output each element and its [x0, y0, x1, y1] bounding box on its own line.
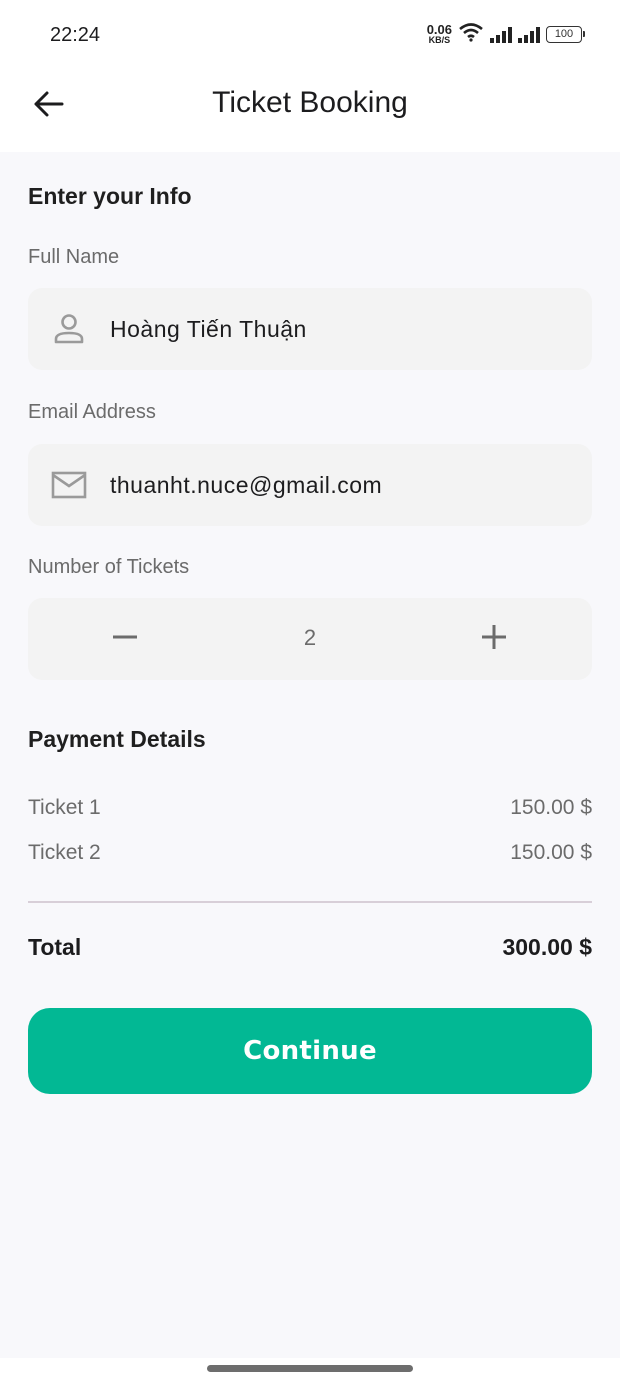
status-bar: 22:24 0.06 KB/S 100	[0, 0, 620, 70]
status-icons: 0.06 KB/S 100	[426, 21, 585, 47]
payment-line-item: Ticket 2 150.00 $	[28, 841, 592, 865]
wifi-icon	[458, 22, 484, 47]
line-item-amount: 150.00 $	[510, 841, 592, 864]
full-name-field[interactable]: Hoàng Tiến Thuận	[28, 288, 592, 370]
payment-line-item: Ticket 1 150.00 $	[28, 796, 592, 820]
email-field[interactable]: thuanht.nuce@gmail.com	[28, 444, 592, 526]
mail-icon	[28, 444, 110, 526]
line-item-label: Ticket 2	[28, 841, 101, 864]
battery-icon: 100	[546, 26, 585, 43]
page-title: Ticket Booking	[212, 86, 408, 119]
tickets-label: Number of Tickets	[28, 556, 190, 578]
quantity-stepper: 2	[28, 598, 592, 680]
network-speed: 0.06 KB/S	[426, 21, 452, 45]
home-indicator[interactable]	[207, 1365, 413, 1372]
full-name-label: Full Name	[28, 246, 120, 268]
line-item-amount: 150.00 $	[510, 796, 592, 819]
booking-form: Enter your Info Full Name Hoàng Tiến Thu…	[0, 152, 620, 1358]
divider	[28, 901, 592, 903]
continue-button[interactable]: Continue	[28, 1008, 592, 1094]
line-item-label: Ticket 1	[28, 796, 101, 819]
total-amount: 300.00 $	[502, 934, 592, 960]
signal-icon	[518, 26, 540, 43]
increment-button[interactable]	[469, 614, 519, 664]
plus-icon	[481, 624, 507, 655]
section-title-info: Enter your Info	[28, 183, 192, 209]
total-label: Total	[28, 934, 82, 960]
person-icon	[28, 288, 110, 370]
total-row: Total 300.00 $	[28, 934, 592, 961]
full-name-value: Hoàng Tiến Thuận	[110, 315, 307, 342]
status-time: 22:24	[50, 24, 101, 46]
app-bar: Ticket Booking	[0, 70, 620, 152]
email-value: thuanht.nuce@gmail.com	[110, 471, 383, 498]
network-speed-value: 0.06	[426, 21, 452, 37]
section-title-payment: Payment Details	[28, 726, 206, 752]
network-speed-unit: KB/S	[428, 34, 451, 45]
email-label: Email Address	[28, 401, 156, 423]
navigation-bar	[0, 1358, 620, 1385]
signal-icon	[490, 26, 512, 43]
